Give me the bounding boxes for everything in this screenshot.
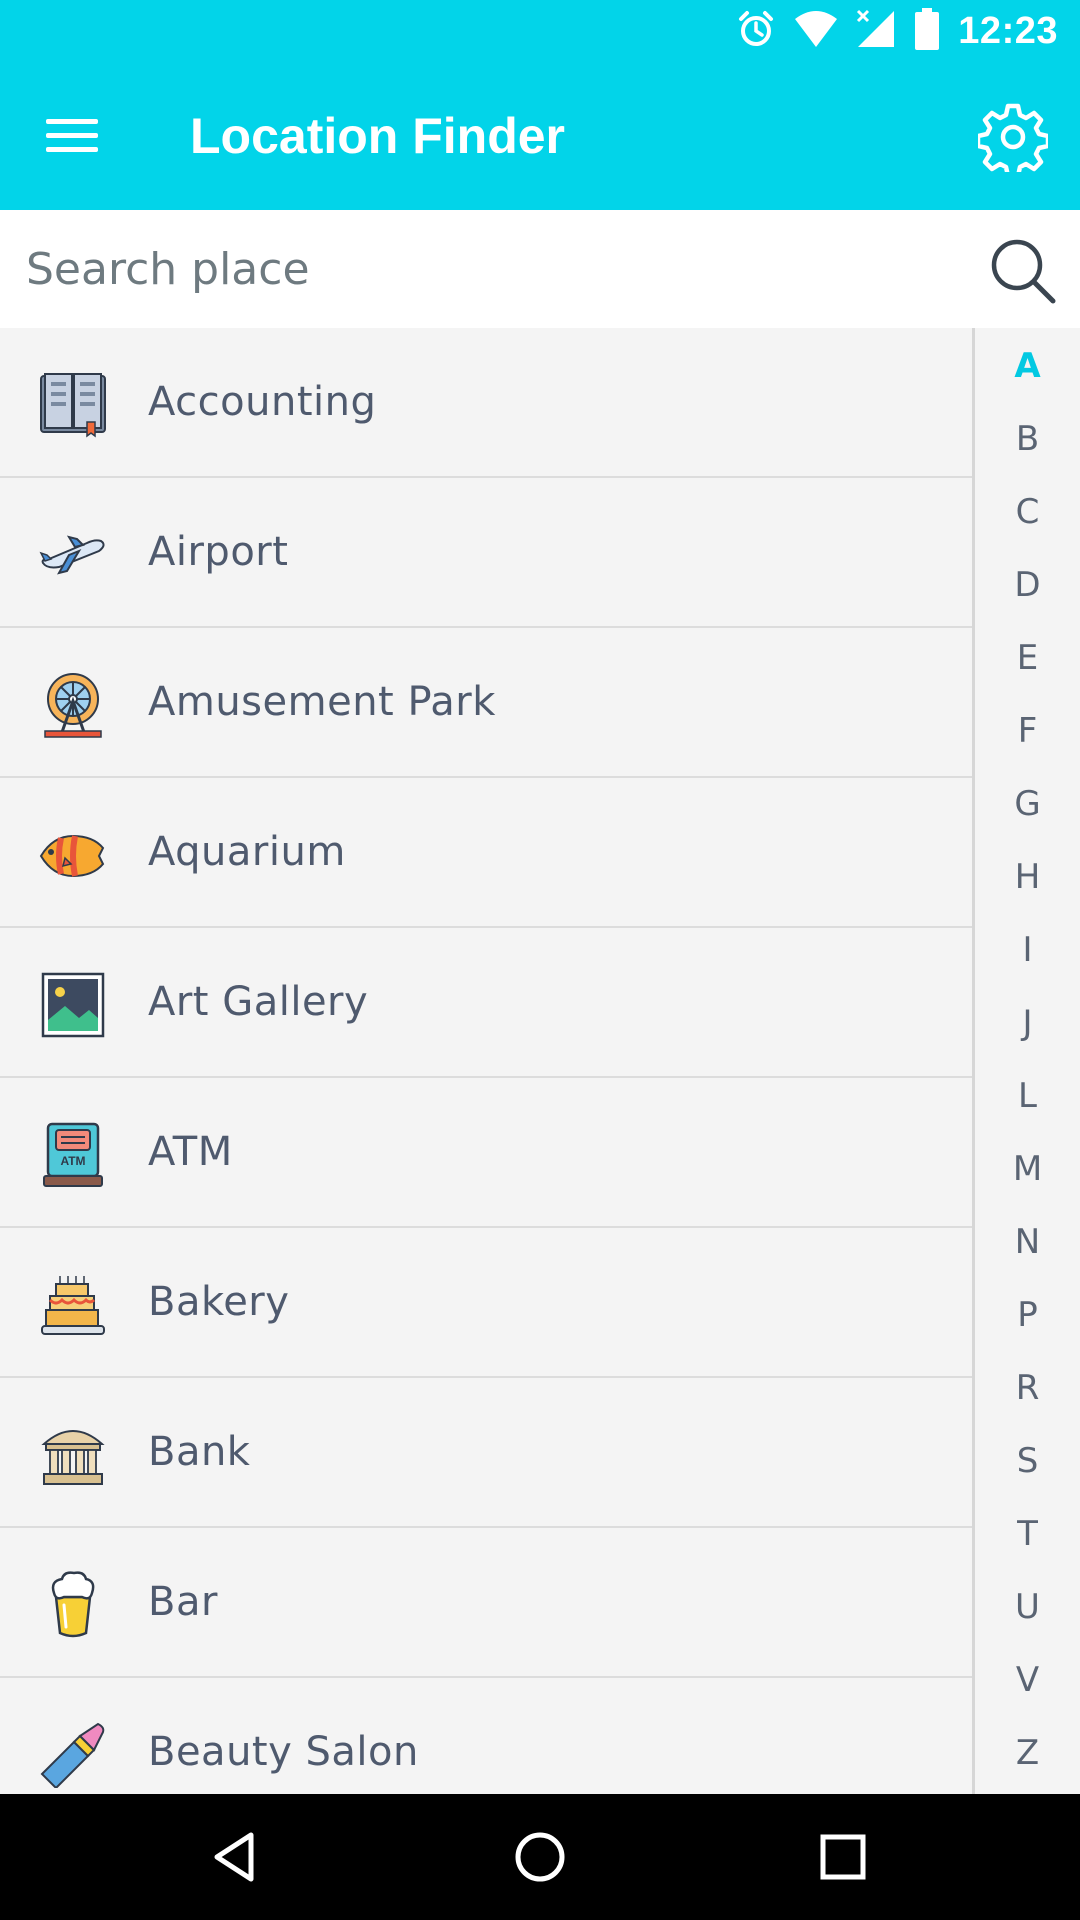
picture-icon (38, 970, 108, 1040)
list-item-label: Airport (148, 529, 289, 575)
svg-text:ATM: ATM (60, 1154, 85, 1168)
book-icon (38, 370, 108, 440)
index-letter-m[interactable]: M (975, 1149, 1080, 1189)
index-letter-h[interactable]: H (975, 857, 1080, 897)
list-item-label: Bank (148, 1429, 251, 1475)
wifi-icon (794, 9, 838, 54)
bank-building-icon (38, 1420, 108, 1490)
list-item-label: Art Gallery (148, 979, 369, 1025)
index-letter-u[interactable]: U (975, 1587, 1080, 1627)
index-letter-j[interactable]: J (975, 1003, 1080, 1043)
index-letter-f[interactable]: F (975, 711, 1080, 751)
index-letter-v[interactable]: V (975, 1660, 1080, 1700)
search-icon[interactable] (988, 236, 1058, 306)
index-letter-p[interactable]: P (975, 1295, 1080, 1335)
list-item-label: Amusement Park (148, 679, 496, 725)
list-item[interactable]: Bakery (0, 1228, 972, 1378)
status-bar: 12:23 (0, 0, 1080, 63)
home-icon[interactable] (505, 1822, 575, 1892)
cake-icon (38, 1270, 108, 1340)
list-item[interactable]: Art Gallery (0, 928, 972, 1078)
hamburger-menu-icon[interactable] (40, 103, 104, 167)
search-bar (0, 210, 1080, 328)
list-item[interactable]: Accounting (0, 328, 972, 478)
index-letter-n[interactable]: N (975, 1222, 1080, 1262)
airplane-icon (38, 520, 108, 590)
beer-glass-icon (38, 1570, 108, 1640)
atm-icon: ATM (38, 1120, 108, 1190)
list-item[interactable]: ATM ATM (0, 1078, 972, 1228)
alarm-icon (736, 9, 776, 54)
places-list: Accounting Airport Amusement Park Aquari… (0, 328, 972, 1794)
list-item[interactable]: Bank (0, 1378, 972, 1528)
list-item[interactable]: Amusement Park (0, 628, 972, 778)
back-icon[interactable] (200, 1822, 270, 1892)
index-letter-t[interactable]: T (975, 1514, 1080, 1554)
gear-icon[interactable] (976, 100, 1050, 174)
app-bar: Location Finder (0, 63, 1080, 210)
search-input[interactable] (26, 228, 946, 310)
index-letter-c[interactable]: C (975, 492, 1080, 532)
index-letter-e[interactable]: E (975, 638, 1080, 678)
list-item-label: Bakery (148, 1279, 290, 1325)
page-title: Location Finder (190, 108, 565, 164)
ferris-wheel-icon (38, 670, 108, 740)
index-letter-g[interactable]: G (975, 784, 1080, 824)
index-letter-s[interactable]: S (975, 1441, 1080, 1481)
index-letter-a[interactable]: A (975, 346, 1080, 386)
lipstick-icon (38, 1720, 108, 1790)
list-item-label: Accounting (148, 379, 377, 425)
list-item-label: Aquarium (148, 829, 346, 875)
list-item[interactable]: Airport (0, 478, 972, 628)
battery-icon (914, 8, 940, 55)
index-letter-b[interactable]: B (975, 419, 1080, 459)
list-item[interactable]: Bar (0, 1528, 972, 1678)
status-time: 12:23 (958, 10, 1058, 52)
navigation-bar (0, 1794, 1080, 1920)
index-letter-r[interactable]: R (975, 1368, 1080, 1408)
list-item-label: ATM (148, 1129, 233, 1175)
list-item-label: Beauty Salon (148, 1729, 419, 1775)
alphabet-index[interactable]: A B C D E F G H I J L M N P R S T U V Z (972, 328, 1080, 1794)
status-icons: 12:23 (736, 0, 1058, 63)
index-letter-d[interactable]: D (975, 565, 1080, 605)
index-letter-l[interactable]: L (975, 1076, 1080, 1116)
index-letter-i[interactable]: I (975, 930, 1080, 970)
recents-icon[interactable] (808, 1822, 878, 1892)
index-letter-z[interactable]: Z (975, 1733, 1080, 1773)
list-item-label: Bar (148, 1579, 218, 1625)
list-item[interactable]: Aquarium (0, 778, 972, 928)
list-item[interactable]: Beauty Salon (0, 1678, 972, 1794)
cell-signal-icon (856, 9, 896, 54)
fish-icon (38, 820, 108, 890)
